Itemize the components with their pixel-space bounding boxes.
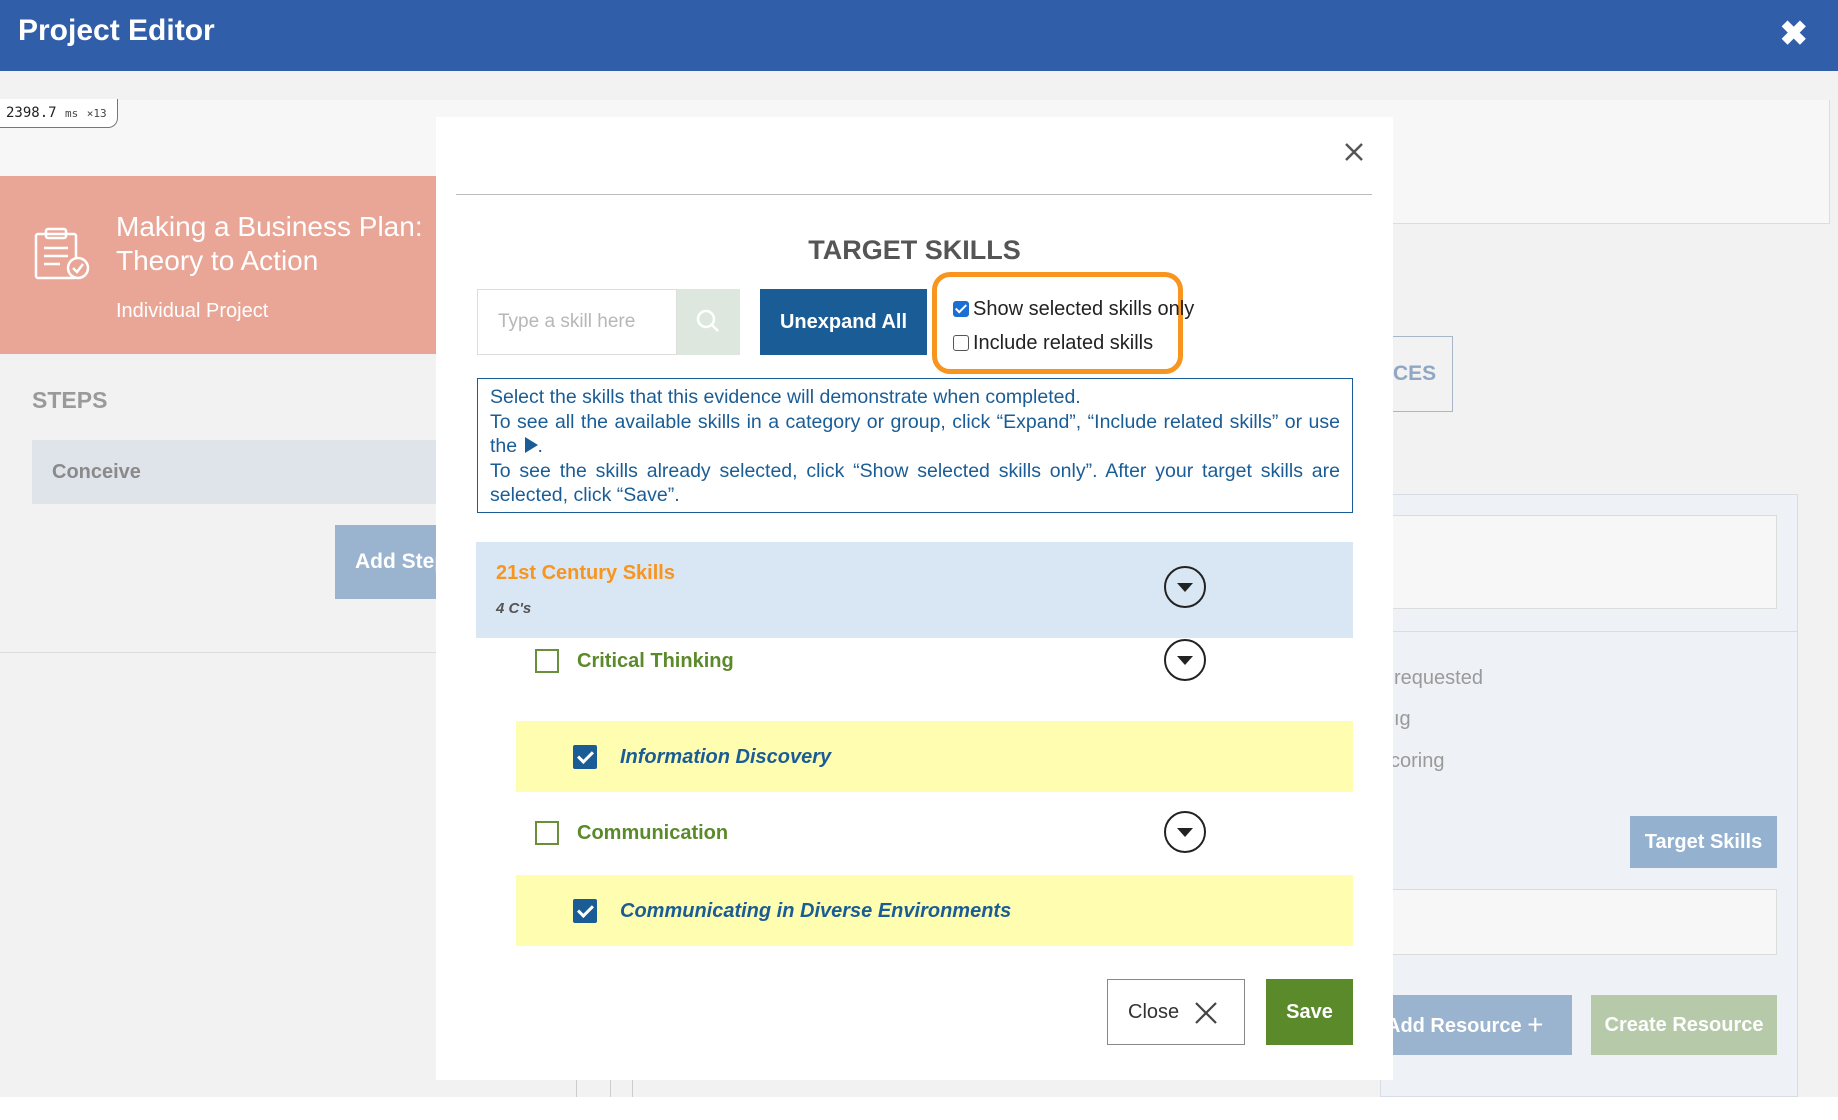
app-header: Project Editor ✖ xyxy=(0,0,1838,71)
close-button[interactable]: Close xyxy=(1107,979,1245,1045)
category-title: 21st Century Skills xyxy=(496,562,675,584)
skill-search-input[interactable] xyxy=(478,290,676,354)
expand-toggle-icon[interactable] xyxy=(1164,639,1206,681)
show-selected-option[interactable]: Show selected skills only xyxy=(953,297,1194,321)
skill-label: Communicating in Diverse Environments xyxy=(620,900,1012,922)
skill-row-selected[interactable]: Information Discovery xyxy=(516,721,1353,792)
right-panel-box xyxy=(1380,515,1777,609)
divider xyxy=(456,194,1372,195)
plus-icon: + xyxy=(1527,1009,1544,1040)
category-subtitle: 4 C's xyxy=(496,600,532,617)
right-text-line: requested xyxy=(1394,667,1483,689)
search-icon xyxy=(696,309,719,332)
expand-toggle-icon[interactable] xyxy=(1164,566,1206,608)
close-icon xyxy=(1195,1002,1217,1024)
app-title: Project Editor xyxy=(18,14,215,47)
target-skills-modal: TARGET SKILLS Unexpand All Show selected… xyxy=(436,117,1393,1080)
unexpand-all-button[interactable]: Unexpand All xyxy=(760,289,927,355)
target-skills-button[interactable]: Target Skills xyxy=(1630,816,1777,868)
instructions-box: Select the skills that this evidence wil… xyxy=(477,378,1353,513)
close-icon[interactable] xyxy=(1339,137,1369,167)
project-type: Individual Project xyxy=(116,300,269,322)
right-text-line: coring xyxy=(1390,750,1445,772)
expand-toggle-icon[interactable] xyxy=(1164,811,1206,853)
save-button[interactable]: Save xyxy=(1266,979,1353,1045)
search-button[interactable] xyxy=(677,289,740,355)
skill-checkbox[interactable] xyxy=(535,649,559,673)
skill-label: Communication xyxy=(577,822,729,844)
divider xyxy=(1380,631,1798,632)
create-resource-button[interactable]: Create Resource xyxy=(1591,995,1777,1055)
play-triangle-icon xyxy=(524,437,538,453)
bottom-strip xyxy=(0,1097,1838,1120)
project-card: Making a Business Plan: Theory to Action… xyxy=(0,176,440,354)
skill-row-selected[interactable]: Communicating in Diverse Environments xyxy=(516,875,1353,946)
project-title: Making a Business Plan: Theory to Action xyxy=(116,211,423,276)
category-row[interactable]: 21st Century Skills 4 C's xyxy=(476,542,1353,638)
right-panel-box xyxy=(1380,889,1777,955)
clipboard-check-icon xyxy=(34,227,90,280)
skill-search-field[interactable] xyxy=(477,289,677,355)
skill-checkbox[interactable] xyxy=(573,899,597,923)
show-selected-checkbox[interactable] xyxy=(953,301,969,317)
skill-group-row[interactable]: Communication xyxy=(516,792,1353,871)
step-item[interactable]: Conceive xyxy=(32,440,442,504)
skill-label: Information Discovery xyxy=(620,746,832,768)
skill-label: Critical Thinking xyxy=(577,650,734,672)
highlight-outline xyxy=(932,272,1183,374)
perf-timer: 2398.7 ms ×13 xyxy=(0,99,118,128)
skill-group-row[interactable]: Critical Thinking xyxy=(516,627,1353,695)
skill-checkbox[interactable] xyxy=(573,745,597,769)
include-related-option[interactable]: Include related skills xyxy=(953,331,1153,355)
right-text-line: ıg xyxy=(1394,708,1411,730)
include-related-checkbox[interactable] xyxy=(953,335,969,351)
skill-checkbox[interactable] xyxy=(535,821,559,845)
close-icon[interactable]: ✖ xyxy=(1780,14,1809,54)
add-step-button[interactable]: Add Step xyxy=(335,525,445,599)
modal-title: TARGET SKILLS xyxy=(808,235,1021,265)
steps-heading: STEPS xyxy=(32,387,108,413)
add-resource-button[interactable]: Add Resource + xyxy=(1380,995,1572,1055)
divider xyxy=(0,652,440,653)
